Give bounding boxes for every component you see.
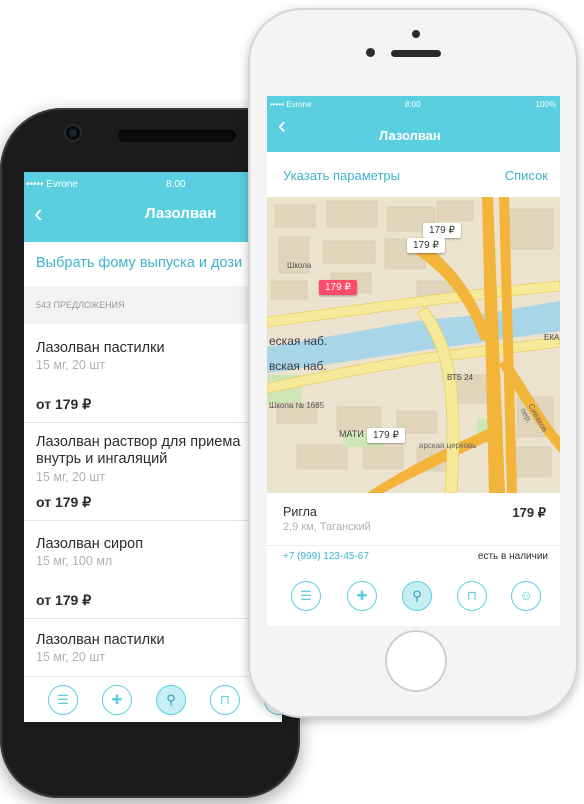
item-price: от 179 ₽ xyxy=(36,494,92,510)
item-name: Лазолван пастилки xyxy=(36,632,165,648)
item-name-line-1: Лазолван раствор для приема xyxy=(36,434,241,450)
earpiece-speaker xyxy=(118,130,236,142)
carrier-label: ••••• Evrone xyxy=(26,179,78,190)
form-dose-filter-button[interactable]: Выбрать фому выпуска и дози xyxy=(24,242,282,286)
list-icon[interactable]: ☰ xyxy=(291,581,321,611)
map-label-bank: ВТБ 24 xyxy=(447,373,474,382)
back-icon[interactable]: ‹ xyxy=(278,114,286,138)
pharmacy-card[interactable]: Ригла 179 ₽ 2,9 км, Таганский xyxy=(267,493,560,546)
street-label: еская наб. xyxy=(269,334,328,348)
list-item[interactable]: Лазолван пастилки 15 мг, 20 шт от 179 ₽ xyxy=(24,324,282,423)
item-details: 15 мг, 100 мл xyxy=(36,554,113,568)
search-icon[interactable]: ⚲ xyxy=(156,685,186,715)
item-details: 15 мг, 20 шт xyxy=(36,470,106,484)
pharmacy-distance: 2,9 км, Таганский xyxy=(283,521,371,533)
map-label-poi: ЕКА xyxy=(544,333,560,342)
list-item[interactable]: Лазолван раствор для приема внутрь и инг… xyxy=(24,422,282,521)
app-header: ••••• Evrone 8:00 ‹ Лазолван xyxy=(24,172,282,242)
front-camera xyxy=(66,126,80,140)
search-icon[interactable]: ⚲ xyxy=(402,581,432,611)
earpiece-speaker xyxy=(391,50,441,57)
android-screen: ••••• Evrone 8:00 ‹ Лазолван Выбрать фом… xyxy=(24,172,282,722)
map-label-church: ирская церковь xyxy=(419,441,477,450)
action-bar: Указать параметры Список xyxy=(267,152,560,197)
iphone-screen: ••••• Evrone 8:00 100% ‹ Лазолван Указат… xyxy=(267,96,560,626)
item-details: 15 мг, 20 шт xyxy=(36,650,106,664)
bookmark-icon[interactable]: ⊓ xyxy=(457,581,487,611)
map-label-university: МАТИ xyxy=(339,429,364,439)
item-price: от 179 ₽ xyxy=(36,592,92,608)
pharmacy-cross-icon[interactable]: ✚ xyxy=(102,685,132,715)
iphone: ••••• Evrone 8:00 100% ‹ Лазолван Указат… xyxy=(248,8,578,718)
app-header: ••••• Evrone 8:00 100% ‹ Лазолван xyxy=(267,96,560,152)
phone-link[interactable]: +7 (999) 123-45-67 xyxy=(283,551,369,562)
item-name-line-2: внутрь и ингаляций xyxy=(36,451,168,467)
page-title: Лазолван xyxy=(145,205,217,222)
item-price: от 179 ₽ xyxy=(36,396,92,412)
list-item[interactable]: Лазолван сироп 15 мг, 100 мл от 179 ₽ xyxy=(24,520,282,619)
clock: 8:00 xyxy=(166,179,186,190)
page-title: Лазолван xyxy=(379,128,441,143)
profile-icon[interactable]: ☺ xyxy=(511,581,541,611)
pharmacy-contact-row: +7 (999) 123-45-67 есть в наличии xyxy=(267,545,560,570)
map-price-pin[interactable]: 179 ₽ xyxy=(423,223,461,238)
item-details: 15 мг, 20 шт xyxy=(36,358,106,372)
list-icon[interactable]: ☰ xyxy=(48,685,78,715)
front-camera xyxy=(412,30,420,38)
map-price-pin[interactable]: 179 ₽ xyxy=(407,238,445,253)
carrier-label: ••••• Evrone xyxy=(270,100,312,109)
offers-count: 543 ПРЕДЛОЖЕНИЯ xyxy=(36,300,125,310)
filter-label: Выбрать фому выпуска и дози xyxy=(36,255,243,271)
set-parameters-button[interactable]: Указать параметры xyxy=(283,168,400,183)
pharmacy-cross-icon[interactable]: ✚ xyxy=(347,581,377,611)
item-name: Лазолван пастилки xyxy=(36,340,165,356)
home-button[interactable] xyxy=(387,632,445,690)
back-icon[interactable]: ‹ xyxy=(34,200,43,226)
map-label-school: Школа xyxy=(287,261,312,270)
list-item[interactable]: Лазолван пастилки 15 мг, 20 шт xyxy=(24,618,282,678)
proximity-sensor xyxy=(366,48,375,57)
street-label: вская наб. xyxy=(269,359,327,373)
item-name: Лазолван сироп xyxy=(36,536,144,552)
bookmark-icon[interactable]: ⊓ xyxy=(210,685,240,715)
pharmacy-price: 179 ₽ xyxy=(512,505,546,520)
tab-bar: ☰ ✚ ⚲ ⊓ ☺ xyxy=(24,676,282,722)
pharmacy-name: Ригла xyxy=(283,505,317,519)
stock-status: есть в наличии xyxy=(477,551,548,562)
map-price-pin[interactable]: 179 ₽ xyxy=(367,428,405,443)
clock: 8:00 xyxy=(405,100,421,109)
map-view[interactable]: еская наб. вская наб. Школа Школа № 1685… xyxy=(267,197,560,493)
offers-count-bar: 543 ПРЕДЛОЖЕНИЯ xyxy=(24,286,282,324)
tab-bar: ☰ ✚ ⚲ ⊓ ☺ xyxy=(267,569,560,626)
list-view-button[interactable]: Список xyxy=(505,168,548,183)
map-label-school: Школа № 1685 xyxy=(269,401,325,410)
map-price-pin-selected[interactable]: 179 ₽ xyxy=(319,280,357,295)
battery-level: 100% xyxy=(535,100,556,109)
